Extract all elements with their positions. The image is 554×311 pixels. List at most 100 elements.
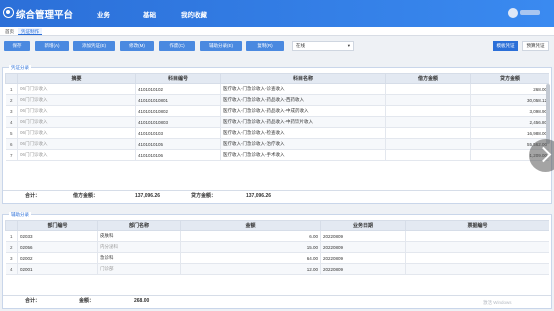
cell-business-date[interactable]: 20220809	[320, 263, 406, 275]
cell-account-code[interactable]: 410101010801	[135, 94, 221, 106]
cell-summary[interactable]: 06门门诊收入	[17, 83, 136, 95]
cell-business-date[interactable]: 20220809	[320, 230, 406, 242]
aux-entry-button[interactable]: 辅助分录(E)	[200, 41, 242, 51]
cell-dept-code[interactable]: 02056	[17, 241, 98, 253]
table-row[interactable]: 4 02001 门诊部 12.00 20220809	[5, 263, 549, 275]
cell-account-name[interactable]: 医疗收入-门急诊收入-药品收入-西药收入	[220, 94, 386, 106]
cell-debit[interactable]	[385, 94, 471, 106]
col-debit[interactable]: 借方金额	[385, 73, 471, 84]
cell-account-code[interactable]: 4101010105	[135, 138, 221, 150]
cell-summary[interactable]: 06门门诊收入	[17, 105, 136, 117]
cell-debit[interactable]	[385, 105, 471, 117]
cell-credit[interactable]: 16,988.00	[470, 127, 549, 139]
cell-amount[interactable]: 6.00	[180, 230, 321, 242]
cell-summary[interactable]: 06门门诊收入	[17, 116, 136, 128]
col-business-date[interactable]: 业务日期	[320, 220, 406, 231]
cell-account-code[interactable]: 4101010106	[135, 149, 221, 161]
cell-credit[interactable]: 268.00	[470, 83, 549, 95]
void-button[interactable]: 作废(C)	[159, 41, 195, 51]
table-row[interactable]: 5 06门门诊收入 4101010103 医疗收入-门急诊收入-检查收入 16,…	[5, 127, 549, 139]
cell-credit[interactable]: 30,058.12	[470, 94, 549, 106]
cell-amount[interactable]: 64.00	[180, 252, 321, 264]
dropdown-caret-icon: ▾	[347, 43, 350, 48]
col-dept-name[interactable]: 部门名称	[97, 220, 181, 231]
user-name[interactable]	[520, 10, 540, 15]
debit-total-value: 137,096.26	[135, 193, 161, 199]
cell-bill-number[interactable]	[405, 263, 549, 275]
nav-basic[interactable]: 基础	[143, 9, 156, 19]
cell-debit[interactable]	[385, 149, 471, 161]
copy-button[interactable]: 复制(R)	[246, 41, 284, 51]
modify-button[interactable]: 修改(M)	[120, 41, 154, 51]
col-account-code[interactable]: 科目编号	[135, 73, 221, 84]
aux-title: 辅助分录	[9, 212, 31, 218]
cell-debit[interactable]	[385, 83, 471, 95]
table-row[interactable]: 7 06门门诊收入 4101010106 医疗收入-门急诊收入-手术收入 1,2…	[5, 149, 549, 161]
account-select[interactable]: 在线 ▾	[292, 41, 354, 51]
col-bill-number[interactable]: 票据编号	[405, 220, 549, 231]
cell-dept-code[interactable]: 02001	[17, 263, 98, 275]
budget-voucher-button[interactable]: 预算凭证	[522, 41, 549, 51]
nav-favorites[interactable]: 我的收藏	[181, 9, 207, 19]
cell-dept-name[interactable]: 内分泌科	[97, 241, 181, 253]
add-voucher-button[interactable]: 添加凭证(E)	[73, 41, 115, 51]
col-summary[interactable]: 摘要	[17, 73, 136, 84]
cell-amount[interactable]: 12.00	[180, 263, 321, 275]
col-dept-code[interactable]: 部门编号	[17, 220, 98, 231]
chevron-right-icon[interactable]	[529, 139, 554, 172]
cell-dept-name[interactable]: 急诊科	[97, 252, 181, 264]
cell-summary[interactable]: 06门门诊收入	[17, 127, 136, 139]
save-button[interactable]: 保存	[4, 41, 30, 51]
tab-voucher[interactable]: 凭证制作	[18, 28, 42, 35]
cell-dept-name[interactable]: 门诊部	[97, 263, 181, 275]
cell-dept-code[interactable]: 02002	[17, 252, 98, 264]
template-voucher-button[interactable]: 模板凭证	[493, 41, 518, 51]
cell-dept-code[interactable]: 02033	[17, 230, 98, 242]
table-row[interactable]: 3 02002 急诊科 64.00 20220809	[5, 252, 549, 264]
cell-account-name[interactable]: 医疗收入-门急诊收入-诊查收入	[220, 83, 386, 95]
cell-summary[interactable]: 06门门诊收入	[17, 149, 136, 161]
cell-summary[interactable]: 06门门诊收入	[17, 94, 136, 106]
table-row[interactable]: 3 06门门诊收入 410101010802 医疗收入-门急诊收入-药品收入-中…	[5, 105, 549, 117]
cell-account-name[interactable]: 医疗收入-门急诊收入-检查收入	[220, 127, 386, 139]
platform-logo-icon	[3, 7, 14, 18]
cell-amount[interactable]: 15.00	[180, 241, 321, 253]
add-button[interactable]: 新增(A)	[35, 41, 69, 51]
cell-account-code[interactable]: 410101010802	[135, 105, 221, 117]
cell-account-name[interactable]: 医疗收入-门急诊收入-药品收入-中成药收入	[220, 105, 386, 117]
row-index: 5	[5, 127, 18, 139]
cell-business-date[interactable]: 20220809	[320, 252, 406, 264]
table-row[interactable]: 6 06门门诊收入 4101010105 医疗收入-门急诊收入-治疗收入 55,…	[5, 138, 549, 150]
user-avatar-icon[interactable]	[508, 8, 518, 18]
cell-debit[interactable]	[385, 116, 471, 128]
cell-credit[interactable]: 3,098.90	[470, 105, 549, 117]
cell-debit[interactable]	[385, 138, 471, 150]
cell-business-date[interactable]: 20220809	[320, 241, 406, 253]
table-row[interactable]: 1 06门门诊收入 4101010102 医疗收入-门急诊收入-诊查收入 268…	[5, 83, 549, 95]
cell-summary[interactable]: 06门门诊收入	[17, 138, 136, 150]
cell-debit[interactable]	[385, 127, 471, 139]
table-row[interactable]: 1 02033 皮肤科 6.00 20220809	[5, 230, 549, 242]
cell-account-code[interactable]: 4101010102	[135, 83, 221, 95]
table-row[interactable]: 4 06门门诊收入 410101010803 医疗收入-门急诊收入-药品收入-中…	[5, 116, 549, 128]
cell-dept-name[interactable]: 皮肤科	[97, 230, 181, 242]
nav-business[interactable]: 业务	[97, 9, 110, 19]
table-row[interactable]: 2 02056 内分泌科 15.00 20220809	[5, 241, 549, 253]
entries-table: 摘要 科目编号 科目名称 借方金额 贷方金额 1 06门门诊收入 4101010…	[5, 73, 549, 161]
cell-bill-number[interactable]	[405, 230, 549, 242]
cell-bill-number[interactable]	[405, 241, 549, 253]
table-row[interactable]: 2 06门门诊收入 410101010801 医疗收入-门急诊收入-药品收入-西…	[5, 94, 549, 106]
cell-account-code[interactable]: 410101010803	[135, 116, 221, 128]
cell-credit[interactable]: 2,456.80	[470, 116, 549, 128]
entries-panel: 凭证分录 摘要 科目编号 科目名称 借方金额 贷方金额 1 06门门诊收入 41…	[2, 65, 552, 204]
tab-home[interactable]: 首页	[2, 28, 17, 35]
cell-account-name[interactable]: 医疗收入-门急诊收入-药品收入-中药饮片收入	[220, 116, 386, 128]
cell-account-name[interactable]: 医疗收入-门急诊收入-治疗收入	[220, 138, 386, 150]
col-amount[interactable]: 金额	[180, 220, 321, 231]
col-account-name[interactable]: 科目名称	[220, 73, 386, 84]
cell-account-name[interactable]: 医疗收入-门急诊收入-手术收入	[220, 149, 386, 161]
cell-account-code[interactable]: 4101010103	[135, 127, 221, 139]
entries-scrollbar[interactable]	[546, 84, 550, 144]
col-credit[interactable]: 贷方金额	[470, 73, 549, 84]
cell-bill-number[interactable]	[405, 252, 549, 264]
